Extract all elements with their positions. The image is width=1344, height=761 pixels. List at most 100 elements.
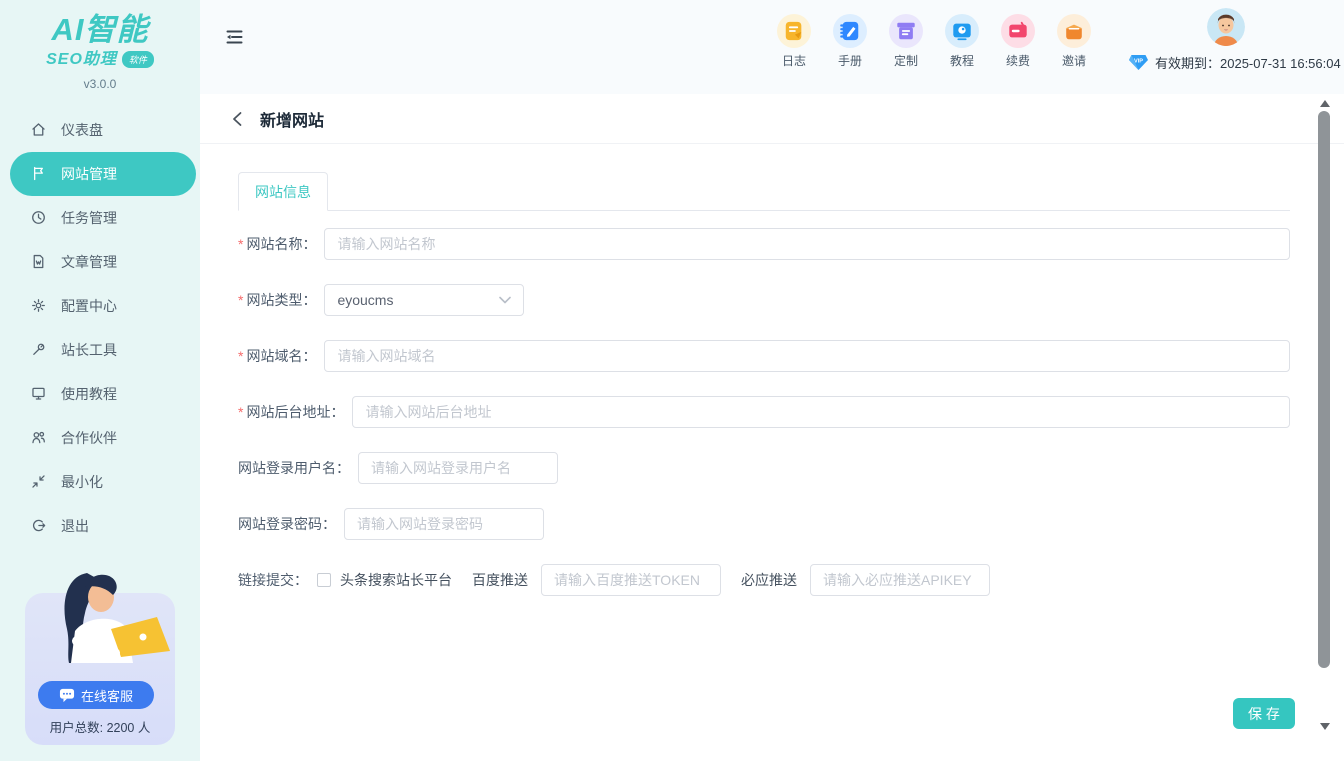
required-asterisk: * xyxy=(238,236,243,252)
clock-icon xyxy=(30,209,47,226)
form-row-login-password: 网站登录密码： xyxy=(238,508,1290,540)
form-row-link-submit: 链接提交： 头条搜索站长平台 百度推送 必应推送 xyxy=(238,564,1290,596)
login-password-input[interactable] xyxy=(344,508,544,540)
gear-icon xyxy=(30,297,47,314)
collapse-menu-icon xyxy=(225,28,244,46)
admin-url-input[interactable] xyxy=(352,396,1290,428)
sidebar-item-logout[interactable]: 退出 xyxy=(0,504,200,548)
logout-icon xyxy=(30,517,47,534)
app-version: v3.0.0 xyxy=(0,77,200,91)
monitor-icon xyxy=(30,385,47,402)
quick-link-tutorial[interactable]: 教程 xyxy=(934,14,990,69)
svg-text:VIP: VIP xyxy=(1134,58,1143,64)
required-asterisk: * xyxy=(238,292,243,308)
total-users-text: 用户总数: 2200 人 xyxy=(25,717,175,736)
sidebar-item-tasks[interactable]: 任务管理 xyxy=(0,196,200,240)
admin-url-label: 网站后台地址： xyxy=(246,402,344,422)
customer-service-card: 在线客服 用户总数: 2200 人 xyxy=(25,593,175,745)
sidebar-item-websites[interactable]: 网站管理 xyxy=(10,152,196,196)
site-type-label: 网站类型： xyxy=(246,290,316,310)
quick-link-renew[interactable]: 续费 xyxy=(990,14,1046,69)
site-name-input[interactable] xyxy=(324,228,1290,260)
sidebar-item-label: 网站管理 xyxy=(61,164,117,184)
sidebar-item-label: 文章管理 xyxy=(61,252,117,272)
main-area: 日志 手册 定制 教程 续费 邀请 xyxy=(200,0,1344,761)
quick-link-log[interactable]: 日志 xyxy=(766,14,822,69)
tutorial-icon xyxy=(951,20,973,42)
quick-link-label: 定制 xyxy=(878,52,934,69)
sidebar-item-partners[interactable]: 合作伙伴 xyxy=(0,416,200,460)
form-row-site-domain: * 网站域名： xyxy=(238,340,1290,372)
custom-icon xyxy=(895,20,917,42)
sidebar-item-webmaster-tools[interactable]: 站长工具 xyxy=(0,328,200,372)
form-row-login-username: 网站登录用户名： xyxy=(238,452,1290,484)
sidebar-item-config[interactable]: 配置中心 xyxy=(0,284,200,328)
bing-apikey-input[interactable] xyxy=(810,564,990,596)
scrollbar-down-icon[interactable] xyxy=(1320,723,1330,730)
validity-text: 有效期到：2025-07-31 16:56:04 xyxy=(1155,53,1341,72)
sidebar-item-tutorial[interactable]: 使用教程 xyxy=(0,372,200,416)
invite-icon xyxy=(1063,20,1085,42)
scrollbar[interactable] xyxy=(1317,96,1332,756)
home-icon xyxy=(30,121,47,138)
sidebar-item-minimize[interactable]: 最小化 xyxy=(0,460,200,504)
quick-links: 日志 手册 定制 教程 续费 邀请 xyxy=(766,14,1102,69)
quick-link-label: 手册 xyxy=(822,52,878,69)
online-service-label: 在线客服 xyxy=(81,686,133,705)
logo-subtitle: SEO助理 xyxy=(46,45,117,69)
sidebar-item-label: 退出 xyxy=(61,516,89,536)
quick-link-label: 教程 xyxy=(934,52,990,69)
avatar[interactable] xyxy=(1207,8,1245,46)
logo-title: AI智能 xyxy=(0,14,200,47)
customer-service-illustration xyxy=(27,571,173,689)
site-type-value: eyoucms xyxy=(337,292,393,308)
topbar: 日志 手册 定制 教程 续费 邀请 xyxy=(200,0,1344,94)
sidebar-item-dashboard[interactable]: 仪表盘 xyxy=(0,108,200,152)
quick-link-label: 续费 xyxy=(990,52,1046,69)
required-asterisk: * xyxy=(238,348,243,364)
site-type-select[interactable]: eyoucms xyxy=(324,284,524,316)
back-chevron-icon xyxy=(231,111,243,127)
tabs-bar: 网站信息 xyxy=(238,172,1290,211)
quick-link-manual[interactable]: 手册 xyxy=(822,14,878,69)
manual-icon xyxy=(839,20,861,42)
site-name-label: 网站名称： xyxy=(246,234,316,254)
flag-icon xyxy=(30,165,47,182)
sidebar-item-label: 合作伙伴 xyxy=(61,428,117,448)
site-domain-input[interactable] xyxy=(324,340,1290,372)
save-button[interactable]: 保 存 xyxy=(1233,698,1295,729)
renew-icon xyxy=(1007,20,1029,42)
document-icon xyxy=(30,253,47,270)
collapse-sidebar-button[interactable] xyxy=(225,28,244,51)
baidu-push-label: 百度推送 xyxy=(472,570,528,590)
required-asterisk: * xyxy=(238,404,243,420)
tab-label: 网站信息 xyxy=(255,182,311,202)
link-submit-label: 链接提交： xyxy=(238,570,308,590)
tab-website-info[interactable]: 网站信息 xyxy=(238,172,328,211)
toutiao-checkbox[interactable] xyxy=(317,573,331,587)
chevron-down-icon xyxy=(499,296,511,304)
logo-badge: 软件 xyxy=(122,51,154,68)
baidu-token-input[interactable] xyxy=(541,564,721,596)
sidebar-item-label: 站长工具 xyxy=(61,340,117,360)
website-form: 网站信息 * 网站名称： * 网站类型： eyoucms * 网站域名： xyxy=(200,144,1344,596)
avatar-image xyxy=(1207,8,1245,46)
form-row-admin-url: * 网站后台地址： xyxy=(238,396,1290,428)
site-domain-label: 网站域名： xyxy=(246,346,316,366)
chat-icon xyxy=(59,688,75,703)
back-button[interactable] xyxy=(231,111,243,127)
form-row-site-type: * 网站类型： eyoucms xyxy=(238,284,1290,316)
scrollbar-up-icon[interactable] xyxy=(1320,100,1330,107)
page-title: 新增网站 xyxy=(260,107,324,131)
sidebar-item-label: 任务管理 xyxy=(61,208,117,228)
sidebar-item-label: 使用教程 xyxy=(61,384,117,404)
minimize-icon xyxy=(30,473,47,490)
sidebar-item-articles[interactable]: 文章管理 xyxy=(0,240,200,284)
online-service-button[interactable]: 在线客服 xyxy=(38,681,154,709)
quick-link-invite[interactable]: 邀请 xyxy=(1046,14,1102,69)
page-header: 新增网站 xyxy=(200,94,1344,144)
quick-link-custom[interactable]: 定制 xyxy=(878,14,934,69)
scrollbar-thumb[interactable] xyxy=(1318,111,1330,668)
log-icon xyxy=(783,20,805,42)
login-username-input[interactable] xyxy=(358,452,558,484)
